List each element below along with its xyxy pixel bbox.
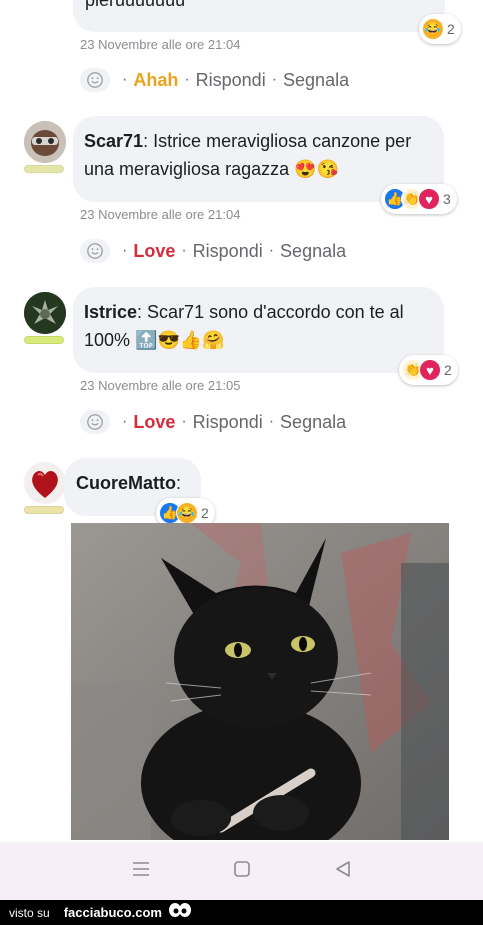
laugh-reaction-icon: 😂 bbox=[422, 18, 444, 40]
site-brand[interactable]: facciabuco.com bbox=[64, 905, 162, 920]
reply-link[interactable]: Rispondi bbox=[193, 412, 263, 433]
reply-link[interactable]: Rispondi bbox=[193, 241, 263, 262]
home-icon[interactable] bbox=[233, 860, 251, 883]
system-navigation-bar bbox=[0, 842, 483, 900]
comment-author[interactable]: CuoreMatto bbox=[76, 473, 176, 493]
comment-actions: · Love · Rispondi · Segnala bbox=[80, 239, 346, 263]
menu-icon[interactable] bbox=[131, 860, 151, 883]
eyes-logo-icon bbox=[168, 902, 192, 923]
report-link[interactable]: Segnala bbox=[280, 241, 346, 262]
timestamp[interactable]: 23 Novembre alle ore 21:04 bbox=[80, 207, 240, 222]
separator: · bbox=[122, 242, 128, 259]
comment-author[interactable]: Istrice bbox=[84, 302, 137, 322]
comment-actions: · Love · Rispondi · Segnala bbox=[80, 410, 346, 434]
smile-icon bbox=[87, 72, 103, 88]
comment-attachment-image[interactable] bbox=[71, 523, 449, 840]
separator: · bbox=[184, 71, 190, 88]
smile-icon bbox=[87, 243, 103, 259]
separator: · bbox=[271, 71, 278, 88]
my-reaction-ahah[interactable]: Ahah bbox=[133, 70, 178, 91]
comment-bubble-top: pieruuuuuuu bbox=[73, 0, 445, 32]
separator: · bbox=[268, 242, 275, 259]
timestamp[interactable]: 23 Novembre alle ore 21:05 bbox=[80, 378, 240, 393]
smile-icon bbox=[87, 414, 103, 430]
comment-bubble-istrice: Istrice: Scar71 sono d'accordo con te al… bbox=[73, 287, 444, 373]
timestamp[interactable]: 23 Novembre alle ore 21:04 bbox=[80, 37, 240, 52]
reaction-summary[interactable]: 👍 👏 ♥ 3 bbox=[381, 184, 457, 214]
add-reaction-button[interactable] bbox=[80, 239, 110, 263]
avatar-image bbox=[24, 121, 66, 163]
avatar-istrice[interactable] bbox=[24, 292, 66, 334]
avatar-cuorematto[interactable] bbox=[24, 462, 66, 504]
avatar-image bbox=[24, 462, 66, 504]
reaction-summary[interactable]: 👏 ♥ 2 bbox=[399, 355, 458, 385]
separator: · bbox=[181, 242, 187, 259]
comment-text: : bbox=[176, 473, 182, 493]
reaction-count: 2 bbox=[447, 21, 455, 37]
reaction-count: 2 bbox=[444, 362, 452, 378]
my-reaction-love[interactable]: Love bbox=[133, 241, 175, 262]
comment-text: pieruuuuuuu bbox=[85, 0, 186, 10]
back-icon[interactable] bbox=[334, 860, 352, 883]
add-reaction-button[interactable] bbox=[80, 68, 110, 92]
comment-author[interactable]: Scar71 bbox=[84, 131, 143, 151]
reaction-summary[interactable]: 😂 2 bbox=[419, 14, 461, 44]
laugh-reaction-icon: 😂 bbox=[176, 502, 198, 524]
black-cat-image bbox=[71, 523, 449, 840]
avatar-scar71[interactable] bbox=[24, 121, 66, 163]
separator: · bbox=[122, 71, 128, 88]
avatar-image bbox=[24, 292, 66, 334]
status-bar bbox=[24, 506, 64, 514]
status-bar bbox=[24, 165, 64, 173]
reaction-count: 3 bbox=[443, 191, 451, 207]
my-reaction-love[interactable]: Love bbox=[133, 412, 175, 433]
separator: · bbox=[122, 413, 128, 430]
reply-link[interactable]: Rispondi bbox=[196, 70, 266, 91]
status-bar bbox=[24, 336, 64, 344]
comment-actions: · Ahah · Rispondi · Segnala bbox=[80, 68, 349, 92]
visto-su-label: visto su bbox=[9, 905, 50, 920]
separator: · bbox=[181, 413, 187, 430]
love-reaction-icon: ♥ bbox=[418, 188, 440, 210]
add-reaction-button[interactable] bbox=[80, 410, 110, 434]
report-link[interactable]: Segnala bbox=[283, 70, 349, 91]
watermark-footer: visto su facciabuco.com bbox=[0, 900, 483, 925]
love-reaction-icon: ♥ bbox=[419, 359, 441, 381]
report-link[interactable]: Segnala bbox=[280, 412, 346, 433]
reaction-count: 2 bbox=[201, 505, 209, 521]
separator: · bbox=[268, 413, 275, 430]
